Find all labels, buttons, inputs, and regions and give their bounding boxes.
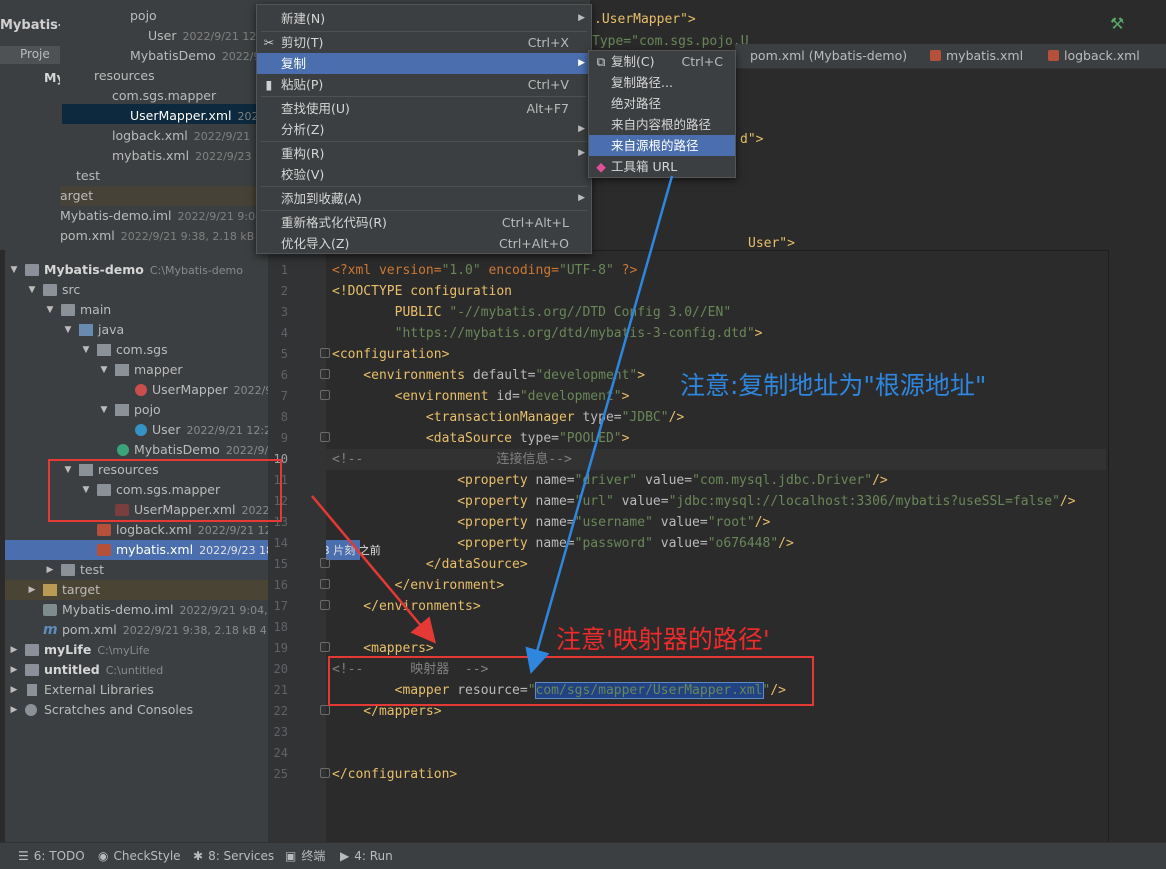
services-button[interactable]: ✱ 8: Services bbox=[193, 847, 274, 865]
todo-button[interactable]: ☰ 6: TODO bbox=[18, 847, 85, 865]
arrow-red bbox=[311, 495, 437, 644]
annotation-arrows bbox=[311, 175, 674, 675]
terminal-button[interactable]: ▣ 终端 bbox=[285, 847, 325, 865]
arrow-blue bbox=[525, 175, 674, 675]
todo-icon: ☰ bbox=[18, 849, 29, 863]
run-icon: ▶ bbox=[340, 849, 350, 863]
checkstyle-button[interactable]: ◉ CheckStyle bbox=[98, 847, 181, 865]
tool-window-bar: ☰ 6: TODO ◉ CheckStyle ✱ 8: Services ▣ 终端 ▶ 4… bbox=[0, 842, 1166, 869]
services-icon: ✱ bbox=[193, 849, 204, 863]
checkstyle-icon: ◉ bbox=[98, 849, 109, 863]
run-button[interactable]: ▶ 4: Run bbox=[340, 847, 393, 865]
terminal-icon: ▣ bbox=[285, 849, 297, 863]
